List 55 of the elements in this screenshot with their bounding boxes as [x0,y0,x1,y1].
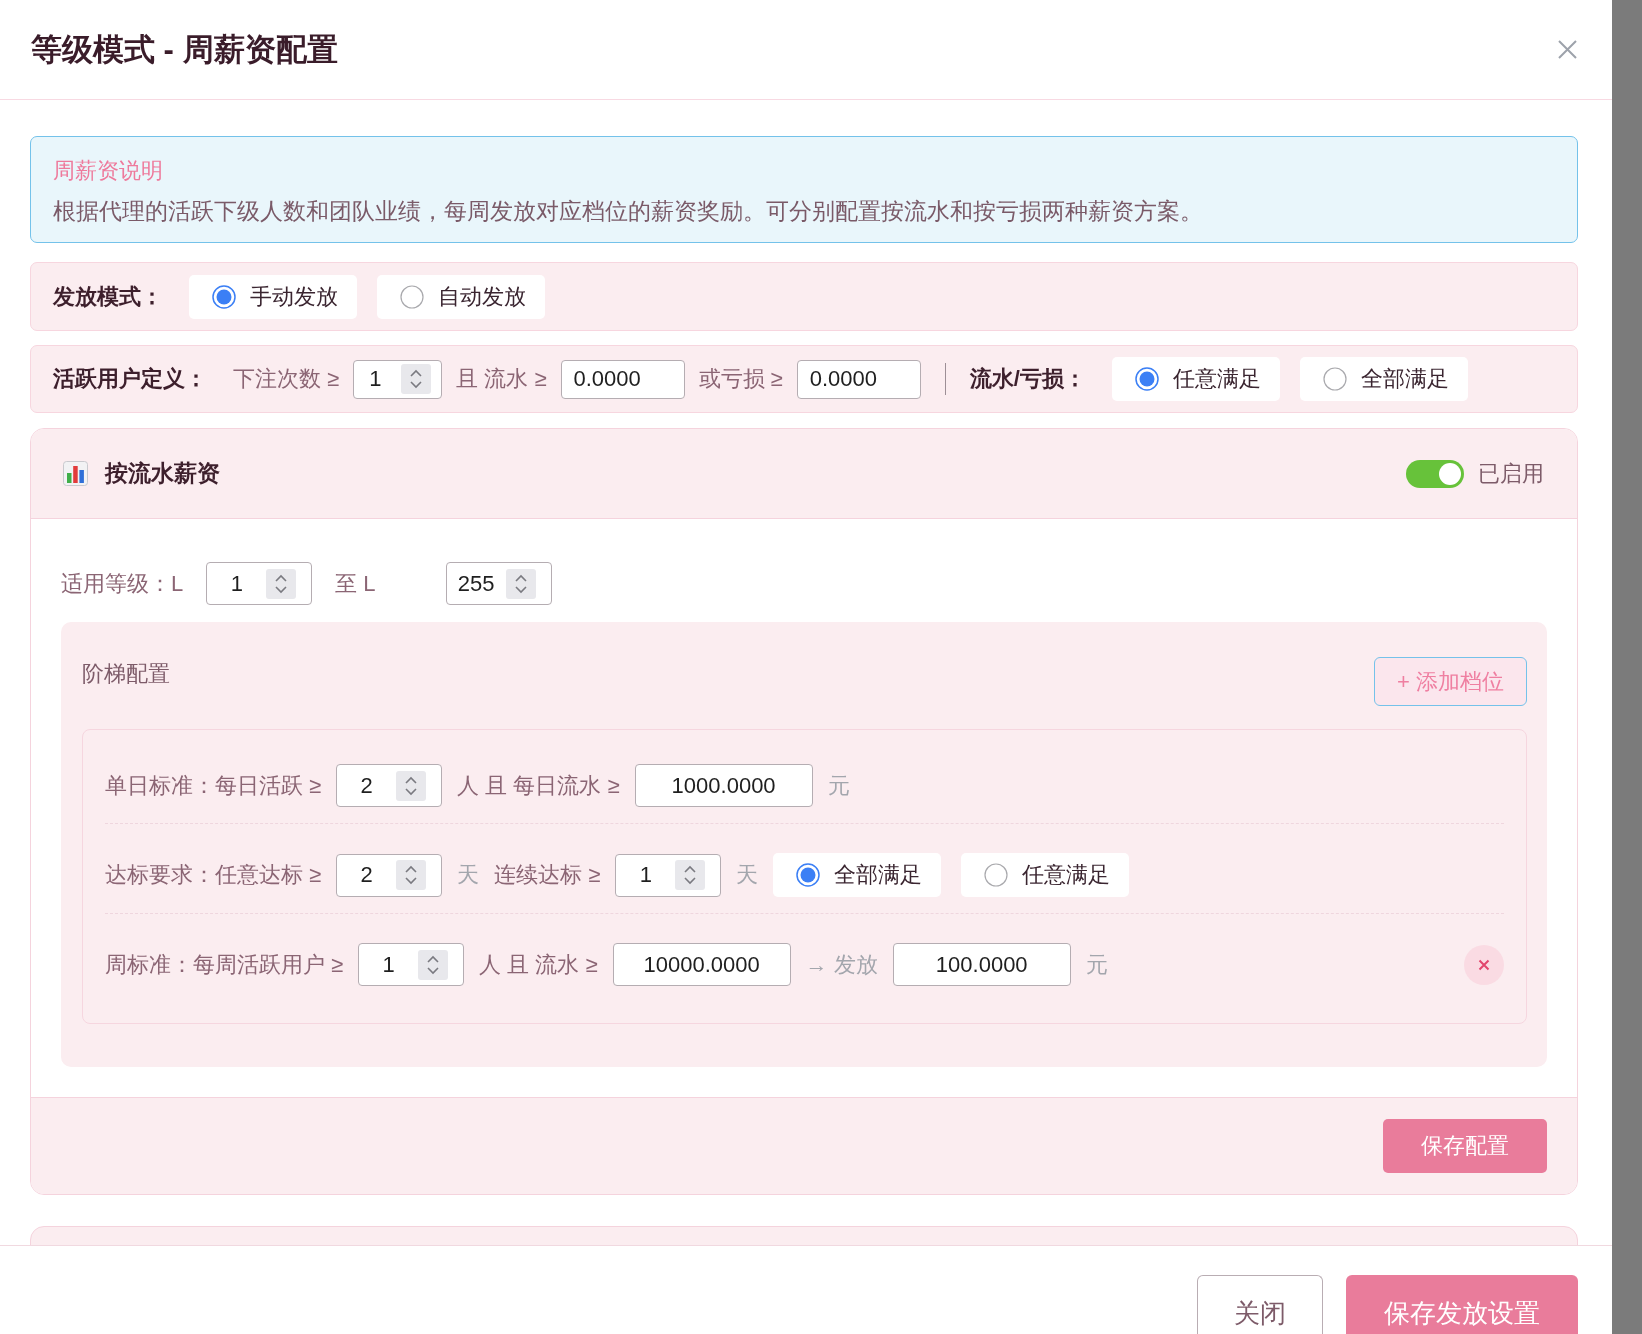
number-stepper[interactable]: 1 [358,943,465,986]
field-label: 且 流水 ≥ [456,365,547,393]
bar-chart-icon [63,461,88,486]
unit-label: 天 [457,861,480,889]
number-stepper[interactable]: 1 [206,562,313,605]
notice-text: 根据代理的活跃下级人数和团队业绩，每周发放对应档位的薪资奖励。可分别配置按流水和按亏损两种薪资方案。 [53,197,1204,226]
field-label: 下注次数 ≥ [233,365,340,393]
field-label: 或亏损 ≥ [698,365,783,393]
dialog-title: 等级模式 - 周薪资配置 [31,30,338,69]
radio-option[interactable]: 手动发放 [189,274,357,319]
toggle-switch[interactable] [1406,459,1464,488]
field-label: 周标准：每周活跃用户 ≥ [105,950,344,979]
amount-field[interactable]: 0.0000 [560,359,685,399]
spinner-icon[interactable] [418,949,449,980]
unit-label: → 发放 [805,950,878,979]
spinner-icon[interactable] [505,568,536,599]
number-stepper[interactable]: 2 [336,764,443,807]
amount-field[interactable]: 10000.0000 [612,943,791,986]
panel-title: 阶梯配置 [82,660,170,688]
field-label: 流水/亏损： [969,365,1086,393]
field-label: 达标要求：任意达标 ≥ [105,861,322,889]
field-label: 至 L [335,569,376,598]
number-stepper[interactable]: 1 [615,853,722,897]
unit-label: 元 [827,771,850,800]
status-label: 已启用 [1478,459,1544,488]
field-label: 活跃用户定义： [53,365,207,393]
amount-field[interactable]: 100.0000 [892,943,1071,986]
radio-option[interactable]: 任意满足 [1111,357,1280,401]
unit-label: 元 [1085,950,1108,979]
radio-option[interactable]: 全部满足 [1299,357,1468,401]
field-label: 发放模式： [53,282,163,311]
close-icon[interactable] [1558,40,1577,59]
number-stepper[interactable]: 1 [353,359,443,399]
notice-title: 周薪资说明 [53,157,164,185]
field-label: 人 且 流水 ≥ [479,950,598,979]
x-circle-icon[interactable] [1464,944,1504,985]
spinner-icon[interactable] [675,860,706,890]
spinner-icon[interactable] [266,568,297,599]
field-label: 适用等级：L [61,569,184,598]
number-stepper[interactable]: 2 [336,853,443,897]
spinner-icon[interactable] [396,770,427,801]
radio-option[interactable]: 任意满足 [961,853,1130,897]
radio-option[interactable]: 自动发放 [377,274,545,319]
amount-field[interactable]: 1000.0000 [634,764,813,807]
section-title: 按流水薪资 [105,459,220,488]
field-label: 单日标准：每日活跃 ≥ [105,771,322,800]
spinner-icon[interactable] [396,860,427,890]
close-button[interactable]: 关闭 [1197,1275,1323,1334]
number-stepper[interactable]: 255 [445,562,552,605]
spinner-icon[interactable] [401,364,432,394]
field-label: 人 且 每日流水 ≥ [457,771,620,800]
field-label: 连续达标 ≥ [494,861,601,889]
amount-field[interactable]: 0.0000 [796,359,921,399]
unit-label: 天 [736,861,759,889]
radio-option[interactable]: 全部满足 [773,853,942,897]
